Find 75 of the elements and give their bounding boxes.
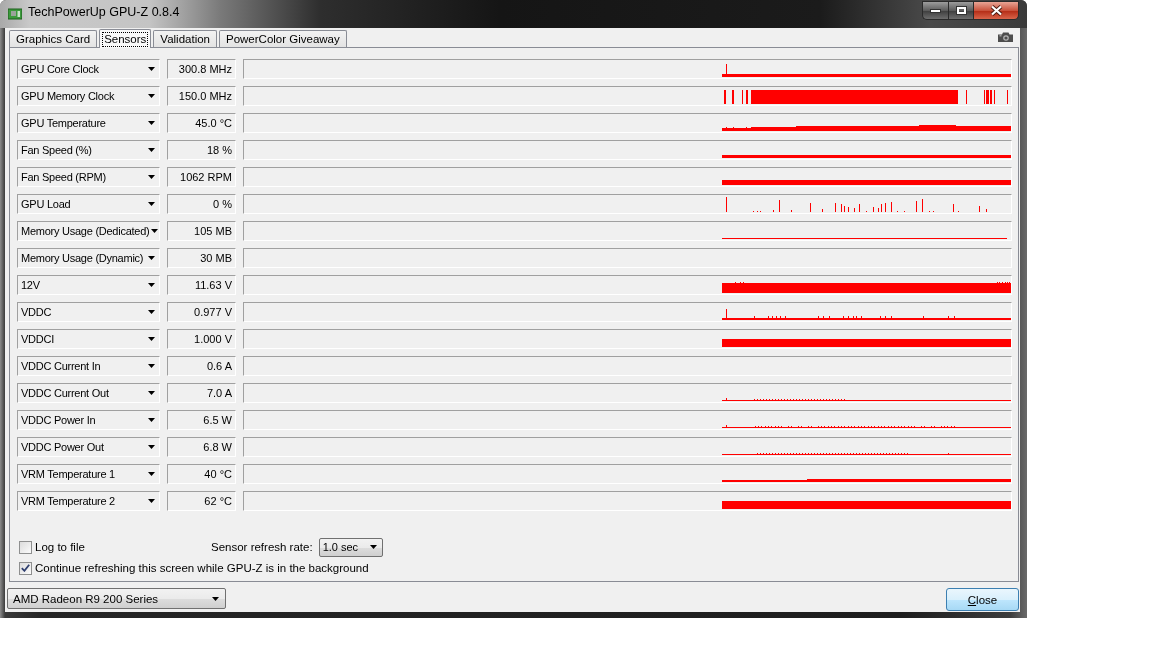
sensor-value: 40 °C	[167, 464, 236, 484]
close-window-button[interactable]	[974, 1, 1019, 20]
caret-icon	[147, 175, 155, 179]
caret-icon	[147, 391, 155, 395]
caret-icon	[147, 283, 155, 287]
caret-icon	[147, 445, 155, 449]
sensor-value: 6.5 W	[167, 410, 236, 430]
sensor-dropdown[interactable]: GPU Memory Clock	[17, 86, 160, 106]
sensor-dropdown[interactable]: GPU Temperature	[17, 113, 160, 133]
checkbox[interactable]	[19, 540, 32, 554]
maximize-icon	[955, 6, 967, 15]
caret-icon	[147, 67, 155, 71]
sensor-value: 300.8 MHz	[167, 59, 236, 79]
sensor-dropdown[interactable]: 12V	[17, 275, 160, 295]
caret-icon	[147, 499, 155, 503]
caret-icon	[369, 545, 377, 549]
sensor-value: 7.0 A	[167, 383, 236, 403]
sensor-dropdown[interactable]: VRM Temperature 1	[17, 464, 160, 484]
sensor-value: 45.0 °C	[167, 113, 236, 133]
close-button[interactable]: Close	[946, 588, 1019, 611]
minimize-icon	[930, 8, 941, 13]
minimize-button[interactable]	[922, 1, 948, 20]
sensor-dropdown[interactable]: Memory Usage (Dedicated)	[17, 221, 160, 241]
refresh-rate-label: Sensor refresh rate:	[211, 541, 313, 553]
sensor-dropdown[interactable]: GPU Load	[17, 194, 160, 214]
sensor-value: 11.63 V	[167, 275, 236, 295]
checkbox[interactable]	[19, 561, 32, 575]
caret-icon	[147, 202, 155, 206]
camera-icon[interactable]	[998, 32, 1014, 42]
sensor-dropdown[interactable]: VDDC Current Out	[17, 383, 160, 403]
checkbox-label: Continue refreshing this screen while GPU-Z is in the background	[35, 562, 369, 574]
sensor-dropdown[interactable]: Memory Usage (Dynamic)	[17, 248, 160, 268]
caret-icon	[212, 596, 219, 601]
sensor-dropdown[interactable]: VDDCI	[17, 329, 160, 349]
sensor-dropdown[interactable]: Fan Speed (%)	[17, 140, 160, 160]
sensor-value: 150.0 MHz	[167, 86, 236, 106]
tab[interactable]: Validation	[153, 30, 217, 47]
sensor-value: 6.8 W	[167, 437, 236, 457]
gpu-dropdown[interactable]: AMD Radeon R9 200 Series	[7, 588, 226, 609]
sensor-value: 0 %	[167, 194, 236, 214]
circuit-board-icon	[8, 8, 22, 20]
tab[interactable]: Sensors	[99, 29, 152, 48]
window-title: TechPowerUp GPU-Z 0.8.4	[28, 5, 180, 19]
checkbox-label: Log to file	[35, 541, 85, 553]
sensor-dropdown[interactable]: VDDC Current In	[17, 356, 160, 376]
caret-icon	[147, 148, 155, 152]
sensor-value: 1062 RPM	[167, 167, 236, 187]
sensor-value: 105 MB	[167, 221, 236, 241]
caret-icon	[147, 94, 155, 98]
tab[interactable]: PowerColor Giveaway	[219, 30, 347, 47]
refresh-rate-dropdown[interactable]: 1.0 sec	[318, 537, 383, 557]
maximize-button[interactable]	[948, 1, 974, 20]
sensor-dropdown[interactable]: VDDC Power In	[17, 410, 160, 430]
caret-icon	[147, 121, 155, 125]
caret-icon	[147, 364, 155, 368]
sensor-value: 18 %	[167, 140, 236, 160]
caret-icon	[147, 337, 155, 341]
sensor-dropdown[interactable]: VDDC Power Out	[17, 437, 160, 457]
sensor-dropdown[interactable]: VDDC	[17, 302, 160, 322]
sensor-dropdown[interactable]: GPU Core Clock	[17, 59, 160, 79]
close-icon	[989, 5, 1003, 16]
sensor-value: 0.977 V	[167, 302, 236, 322]
sensor-value: 1.000 V	[167, 329, 236, 349]
caret-icon	[147, 310, 155, 314]
checkmark-icon	[21, 564, 30, 572]
caret-icon	[147, 472, 155, 476]
sensor-value: 62 °C	[167, 491, 236, 511]
caret-icon	[149, 229, 158, 233]
caret-icon	[147, 256, 155, 260]
sensor-value: 0.6 A	[167, 356, 236, 376]
sensor-dropdown[interactable]: Fan Speed (RPM)	[17, 167, 160, 187]
caret-icon	[147, 418, 155, 422]
sensor-dropdown[interactable]: VRM Temperature 2	[17, 491, 160, 511]
tab[interactable]: Graphics Card	[9, 30, 98, 47]
sensor-value: 30 MB	[167, 248, 236, 268]
